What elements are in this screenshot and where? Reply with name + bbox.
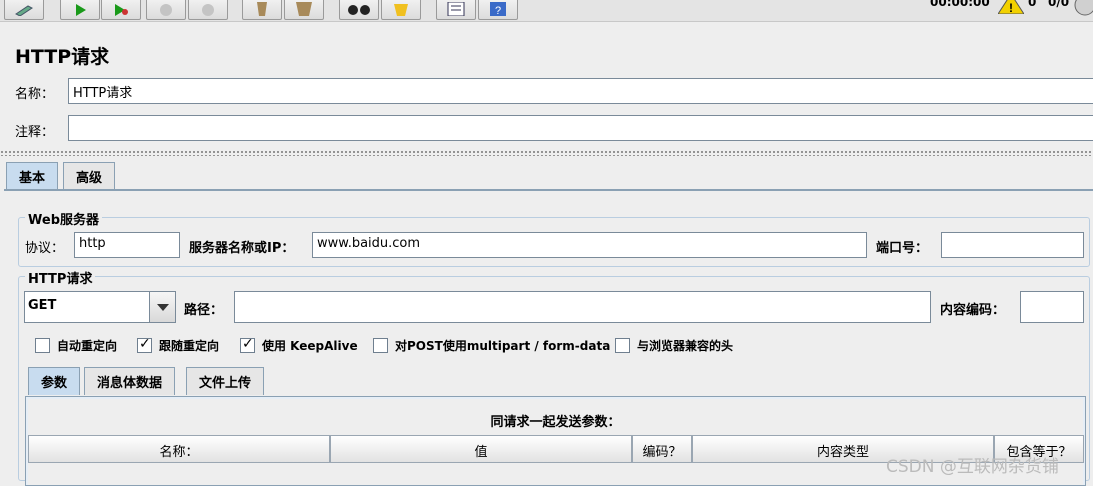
start-icon[interactable] bbox=[60, 0, 100, 20]
option-multipart[interactable]: 对POST使用multipart / form-data bbox=[373, 337, 610, 354]
status-indicator-icon bbox=[1074, 0, 1093, 16]
help-icon[interactable]: ? bbox=[478, 0, 518, 20]
web-server-group-title: Web服务器 bbox=[25, 209, 102, 228]
option-label: 跟随重定向 bbox=[159, 339, 220, 353]
checkbox-checked-icon[interactable] bbox=[137, 336, 152, 353]
shutdown-icon[interactable] bbox=[188, 0, 228, 20]
parameters-title: 同请求一起发送参数： bbox=[490, 415, 621, 430]
tab-basic[interactable]: 基本 bbox=[6, 162, 59, 190]
comment-field[interactable] bbox=[68, 115, 1093, 141]
option-auto-redirect[interactable]: 自动重定向 bbox=[35, 337, 117, 354]
option-label: 使用 KeepAlive bbox=[262, 339, 358, 353]
reset-search-icon[interactable] bbox=[381, 0, 421, 20]
port-field[interactable] bbox=[941, 232, 1084, 258]
svg-text:!: ! bbox=[1009, 1, 1013, 14]
checkbox-checked-icon[interactable] bbox=[240, 336, 255, 353]
checkbox-icon[interactable] bbox=[615, 338, 630, 353]
option-label: 自动重定向 bbox=[57, 339, 118, 353]
server-label: 服务器名称或IP： bbox=[189, 241, 295, 256]
name-label: 名称： bbox=[15, 87, 55, 102]
checkbox-icon[interactable] bbox=[373, 338, 388, 353]
option-follow-redirect[interactable]: 跟随重定向 bbox=[137, 336, 220, 354]
split-pane-divider[interactable] bbox=[0, 150, 1093, 156]
column-header-value[interactable]: 值 bbox=[330, 435, 632, 463]
option-keepalive[interactable]: 使用 KeepAlive bbox=[240, 336, 358, 354]
clear-all-icon[interactable] bbox=[284, 0, 324, 20]
option-label: 对POST使用multipart / form-data bbox=[395, 339, 611, 353]
name-field[interactable]: HTTP请求 bbox=[68, 78, 1093, 104]
tab-body-data[interactable]: 消息体数据 bbox=[84, 367, 176, 395]
port-label: 端口号： bbox=[876, 241, 929, 256]
elapsed-time: 00:00:00 bbox=[930, 0, 990, 9]
warning-count: 0 bbox=[1028, 0, 1037, 9]
comment-label: 注释： bbox=[15, 125, 55, 140]
stop-icon[interactable] bbox=[146, 0, 186, 20]
tab-strip-line bbox=[4, 189, 1093, 191]
svg-text:?: ? bbox=[495, 5, 501, 16]
clear-icon[interactable] bbox=[242, 0, 282, 20]
method-value: GET bbox=[28, 298, 57, 313]
option-label: 与浏览器兼容的头 bbox=[637, 339, 734, 353]
chevron-down-icon[interactable] bbox=[149, 292, 175, 322]
search-icon[interactable] bbox=[339, 0, 379, 20]
page-title: HTTP请求 bbox=[15, 46, 110, 68]
http-request-group-title: HTTP请求 bbox=[25, 268, 96, 287]
edit-icon[interactable] bbox=[4, 0, 44, 20]
thread-count: 0/0 bbox=[1048, 0, 1070, 9]
server-field[interactable]: www.baidu.com bbox=[312, 232, 867, 258]
path-label: 路径： bbox=[184, 303, 224, 318]
checkbox-icon[interactable] bbox=[35, 338, 50, 353]
toolbar: ? 00:00:00 ! 0 0/0 bbox=[0, 0, 1093, 22]
method-select[interactable]: GET bbox=[24, 291, 176, 323]
watermark: CSDN @互联网杂货铺 bbox=[886, 457, 1059, 477]
tab-parameters[interactable]: 参数 bbox=[28, 367, 81, 395]
warning-icon: ! bbox=[998, 0, 1024, 14]
protocol-field[interactable]: http bbox=[74, 232, 180, 258]
function-helper-icon[interactable] bbox=[436, 0, 476, 20]
tab-advanced[interactable]: 高级 bbox=[63, 162, 116, 190]
tab-files-upload[interactable]: 文件上传 bbox=[186, 367, 265, 395]
column-header-encode[interactable]: 编码？ bbox=[632, 435, 692, 463]
protocol-label: 协议： bbox=[25, 241, 65, 256]
path-field[interactable] bbox=[234, 291, 931, 323]
option-browser-headers[interactable]: 与浏览器兼容的头 bbox=[615, 337, 733, 354]
start-no-pause-icon[interactable] bbox=[101, 0, 141, 20]
encoding-label: 内容编码： bbox=[940, 303, 1006, 318]
encoding-field[interactable] bbox=[1020, 291, 1084, 323]
column-header-name[interactable]: 名称： bbox=[28, 435, 330, 463]
